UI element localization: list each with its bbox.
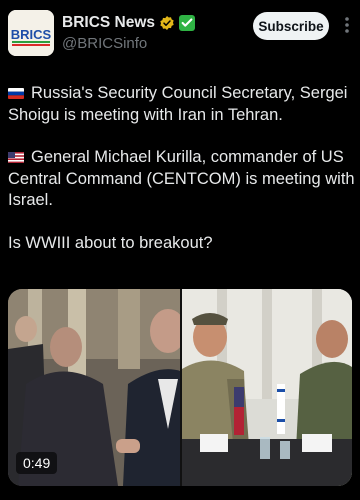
tweet-line-russia: Russia's Security Council Secretary, Ser… [8,84,348,124]
tweet-text: Russia's Security Council Secretary, Ser… [8,83,356,275]
tweet-paragraph-question: Is WWIII about to breakout? [8,233,356,255]
tweet-paragraph-us: General Michael Kurilla, commander of US… [8,147,356,212]
name-row: BRICS News [62,14,196,32]
verified-gold-icon [160,16,174,30]
tweet-line-question: Is WWIII about to breakout? [8,233,213,252]
tweet-paragraph-russia: Russia's Security Council Secretary, Ser… [8,83,356,126]
video-frame-right [182,289,352,486]
tweet-header: BRICS BRICS News @BRICSinfo Subscribe [0,0,360,70]
tweet-line-us: General Michael Kurilla, commander of US… [8,148,355,209]
display-name[interactable]: BRICS News [62,14,155,32]
brics-logo: BRICS [8,10,54,56]
video-player[interactable]: 0:49 [8,289,352,486]
subscribe-button[interactable]: Subscribe [253,12,329,40]
affiliate-badge-icon [179,15,196,31]
video-duration: 0:49 [16,452,58,474]
us-flag-icon [8,152,24,163]
account-avatar[interactable]: BRICS [8,10,54,56]
more-options-icon[interactable] [338,14,356,36]
svg-text:BRICS: BRICS [11,27,52,42]
account-handle[interactable]: @BRICSinfo [62,35,147,52]
russia-flag-icon [8,88,24,99]
